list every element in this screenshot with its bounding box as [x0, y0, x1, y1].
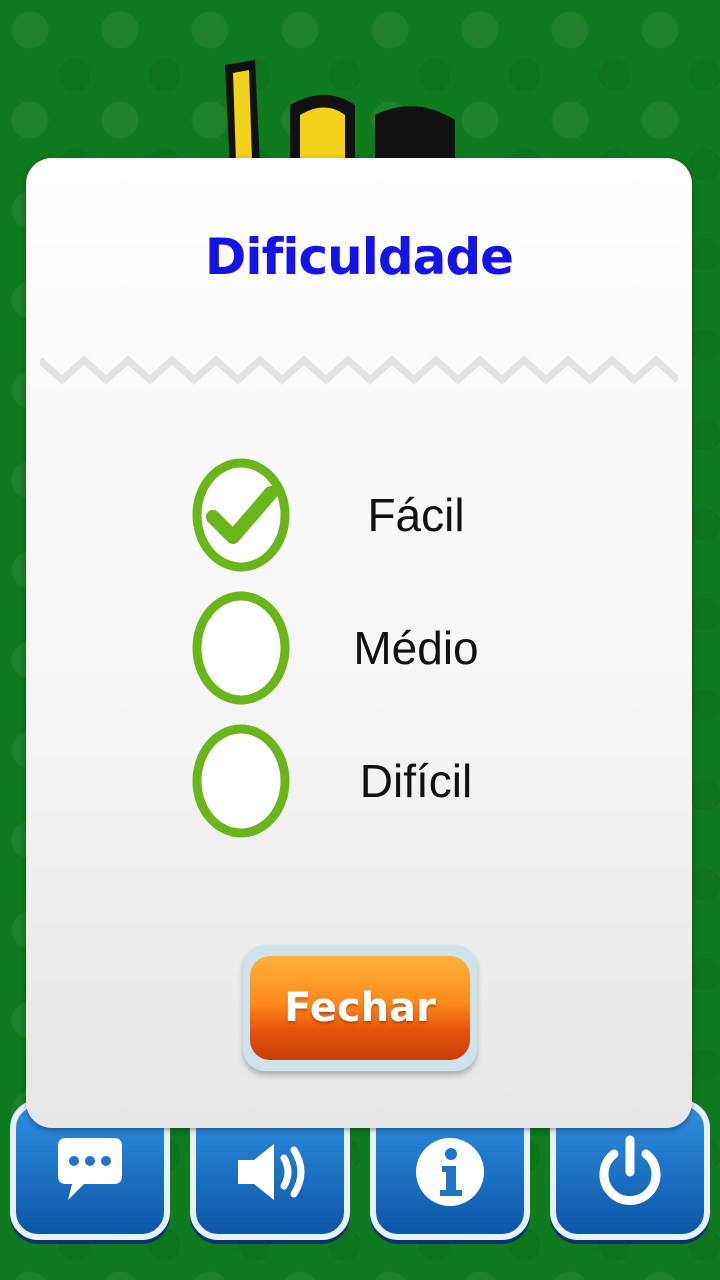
info-icon [416, 1138, 484, 1206]
radio-hard[interactable] [191, 723, 291, 839]
option-label-hard: Difícil [359, 754, 473, 807]
close-button-label: Fechar [250, 956, 470, 1060]
difficulty-options: Fácil Médio Difícil [191, 448, 551, 847]
radio-easy[interactable] [191, 457, 291, 573]
speaker-icon [238, 1144, 305, 1200]
power-icon [599, 1135, 661, 1205]
radio-medium[interactable] [191, 590, 291, 706]
difficulty-dialog: Dificuldade Fácil Médio Difícil Fechar [26, 158, 692, 1128]
chat-icon [58, 1138, 122, 1200]
option-label-easy: Fácil [367, 488, 465, 541]
zigzag-divider [40, 355, 678, 385]
dialog-title: Dificuldade [204, 228, 514, 286]
game-logo [225, 60, 455, 170]
close-button[interactable]: Fechar [243, 945, 477, 1071]
option-easy[interactable]: Fácil [191, 448, 551, 581]
option-hard[interactable]: Difícil [191, 714, 551, 847]
option-label-medium: Médio [353, 621, 479, 674]
option-medium[interactable]: Médio [191, 581, 551, 714]
